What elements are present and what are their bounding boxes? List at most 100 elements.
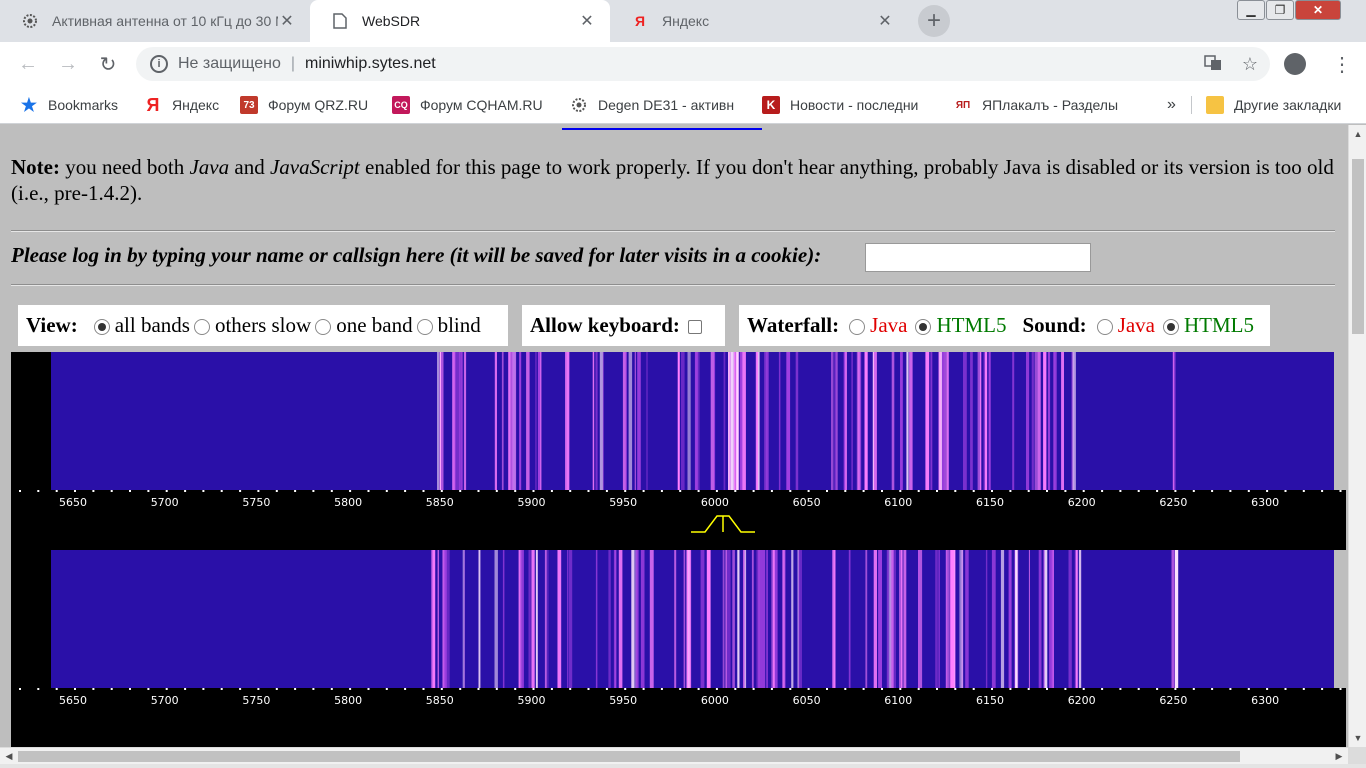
tab-websdr[interactable]: WebSDR ✕ bbox=[310, 0, 610, 42]
scale-dot bbox=[624, 490, 627, 492]
minimize-icon[interactable]: ▁ bbox=[1237, 0, 1265, 20]
new-tab-button[interactable]: + bbox=[918, 5, 950, 37]
window-controls: ▁ ❐ ✕ bbox=[1236, 0, 1341, 22]
frequency-tick-label: 5800 bbox=[334, 694, 363, 707]
close-icon[interactable]: ✕ bbox=[278, 11, 296, 31]
close-icon[interactable]: ✕ bbox=[876, 11, 894, 31]
other-bookmarks[interactable]: Другие закладки bbox=[1206, 86, 1341, 124]
signal-line bbox=[1072, 352, 1076, 490]
waterfall-html5-radio[interactable] bbox=[915, 318, 932, 335]
frequency-tick-label: 5950 bbox=[609, 694, 638, 707]
frequency-tick-label: 6200 bbox=[1067, 694, 1096, 707]
signal-line bbox=[646, 352, 648, 490]
signal-line bbox=[873, 352, 877, 490]
signal-line bbox=[432, 550, 436, 688]
reload-button[interactable]: ↻ bbox=[88, 52, 128, 77]
tab-antenna[interactable]: Активная антенна от 10 кГц до 30 МГц ✕ bbox=[0, 0, 310, 42]
scale-dot bbox=[642, 490, 645, 492]
bookmark-yaplakal[interactable]: ЯП ЯПлакалъ - Разделы bbox=[954, 86, 1126, 124]
view-all-bands-radio[interactable] bbox=[93, 318, 110, 335]
translate-icon[interactable] bbox=[1204, 54, 1222, 77]
scale-dot bbox=[752, 490, 755, 492]
signal-line bbox=[726, 550, 731, 688]
signal-line bbox=[455, 352, 459, 490]
waterfall-background bbox=[51, 352, 1334, 490]
signal-line bbox=[903, 550, 907, 688]
bookmark-qrz[interactable]: 73 Форум QRZ.RU bbox=[240, 86, 368, 124]
scale-dot bbox=[1174, 688, 1177, 690]
scale-dot bbox=[1119, 688, 1122, 690]
signal-line bbox=[756, 352, 759, 490]
vertical-scrollbar[interactable]: ▲ ▼ bbox=[1348, 125, 1366, 747]
bookmark-yandex[interactable]: Я Яндекс bbox=[144, 86, 220, 124]
window-close-icon[interactable]: ✕ bbox=[1295, 0, 1341, 20]
signal-line bbox=[677, 352, 680, 490]
scrollbar-thumb[interactable] bbox=[18, 751, 1240, 762]
signal-line bbox=[565, 352, 569, 490]
signal-line bbox=[1043, 352, 1047, 490]
scrollbar-thumb[interactable] bbox=[1352, 159, 1364, 334]
signal-line bbox=[878, 550, 882, 688]
signal-line bbox=[1061, 352, 1064, 490]
star-icon[interactable]: ☆ bbox=[1242, 54, 1258, 77]
bookmarks-overflow-button[interactable]: » bbox=[1167, 86, 1176, 124]
scroll-up-icon[interactable]: ▲ bbox=[1349, 125, 1366, 143]
scale-dot bbox=[1211, 490, 1214, 492]
view-blind-radio[interactable] bbox=[416, 318, 433, 335]
scale-dot bbox=[734, 490, 737, 492]
scale-dot bbox=[477, 490, 480, 492]
close-icon[interactable]: ✕ bbox=[578, 11, 596, 31]
scale-dot bbox=[899, 490, 902, 492]
sound-html5-radio[interactable] bbox=[1163, 318, 1180, 335]
note-label: Note: bbox=[11, 155, 60, 179]
bookmark-bookmarks[interactable]: ★ Bookmarks bbox=[20, 86, 118, 124]
waterfall-display[interactable] bbox=[11, 550, 1334, 688]
signal-line bbox=[1038, 550, 1042, 688]
bookmark-cqham[interactable]: CQ Форум CQHAM.RU bbox=[392, 86, 543, 124]
bookmark-degen[interactable]: Degen DE31 - активн bbox=[570, 86, 745, 124]
back-button[interactable]: ← bbox=[8, 53, 48, 76]
horizontal-scrollbar[interactable]: ◀ ▶ bbox=[0, 747, 1348, 764]
scale-dot bbox=[917, 688, 920, 690]
signal-line bbox=[737, 550, 740, 688]
signal-line bbox=[930, 352, 933, 490]
scale-dot bbox=[862, 688, 865, 690]
profile-avatar-icon[interactable] bbox=[1284, 53, 1306, 75]
scroll-down-icon[interactable]: ▼ bbox=[1349, 729, 1366, 747]
scroll-left-icon[interactable]: ◀ bbox=[0, 747, 18, 765]
waterfall-display[interactable] bbox=[11, 352, 1334, 490]
waterfall-java-radio[interactable] bbox=[849, 318, 866, 335]
tab-title: WebSDR bbox=[362, 13, 421, 29]
view-label: View: bbox=[26, 313, 78, 337]
bookmark-news[interactable]: K Новости - последни bbox=[762, 86, 934, 124]
menu-icon[interactable]: ⋮ bbox=[1332, 52, 1352, 77]
url-text[interactable]: miniwhip.sytes.net bbox=[305, 55, 436, 73]
cut-off-link[interactable] bbox=[562, 125, 762, 130]
signal-line bbox=[899, 550, 903, 688]
forward-button[interactable]: → bbox=[48, 53, 88, 76]
frequency-tick-label: 6100 bbox=[884, 694, 913, 707]
folder-icon bbox=[1206, 96, 1224, 114]
signal-line bbox=[464, 352, 467, 490]
scale-dot bbox=[844, 490, 847, 492]
scroll-right-icon[interactable]: ▶ bbox=[1330, 747, 1348, 765]
scale-dot bbox=[147, 688, 150, 690]
frequency-tick-label: 5950 bbox=[609, 496, 638, 509]
scale-dot bbox=[844, 688, 847, 690]
allow-keyboard-checkbox[interactable] bbox=[687, 319, 702, 334]
address-bar[interactable]: i Не защищено | miniwhip.sytes.net ☆ bbox=[136, 47, 1270, 81]
signal-line bbox=[728, 352, 730, 490]
info-icon[interactable]: i bbox=[150, 55, 168, 73]
callsign-input[interactable] bbox=[865, 243, 1091, 272]
frequency-tick-label: 5900 bbox=[517, 496, 546, 509]
maximize-icon[interactable]: ❐ bbox=[1266, 0, 1294, 20]
tab-title: Активная антенна от 10 кГц до 30 МГц bbox=[52, 13, 278, 29]
sound-java-radio[interactable] bbox=[1096, 318, 1113, 335]
bookmark-label: Форум QRZ.RU bbox=[268, 97, 369, 113]
tab-yandex[interactable]: Я Яндекс ✕ bbox=[610, 0, 908, 42]
signal-line bbox=[1000, 550, 1005, 688]
frequency-scale[interactable]: 5650 5700 5750 5800 5850 5900 5950 6000 6050 6100… bbox=[11, 490, 1346, 550]
view-one-band-radio[interactable] bbox=[315, 318, 332, 335]
frequency-scale[interactable]: 5650 5700 5750 5800 5850 5900 5950 6000 6050 6100… bbox=[11, 688, 1346, 747]
view-others-slow-radio[interactable] bbox=[193, 318, 210, 335]
